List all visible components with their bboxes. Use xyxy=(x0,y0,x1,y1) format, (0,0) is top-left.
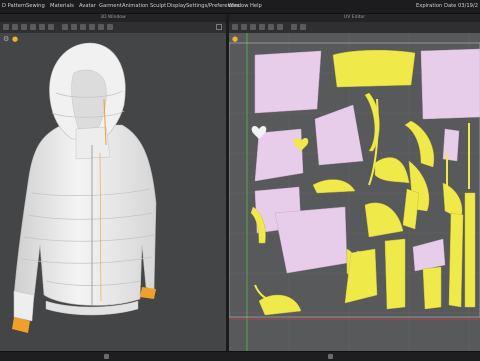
uv-rotate-icon[interactable] xyxy=(259,24,265,30)
uv-piece-yellow-5 xyxy=(312,179,356,194)
menu-item-animation[interactable]: Animation xyxy=(122,2,148,10)
uv-editor-viewport[interactable]: ● xyxy=(229,33,480,351)
fold-tool-icon[interactable] xyxy=(21,24,27,30)
brush-tool-icon[interactable] xyxy=(89,24,95,30)
menu-item-display[interactable]: Display xyxy=(167,2,186,10)
pin-tool-icon[interactable] xyxy=(30,24,36,30)
uv-piece-yellow-13 xyxy=(422,266,442,310)
uv-piece-pink-9 xyxy=(442,128,460,162)
simulate-tool-icon[interactable] xyxy=(62,24,68,30)
uv-layout xyxy=(229,33,480,351)
uv-piece-pink-4 xyxy=(314,104,364,166)
layer-icon[interactable] xyxy=(104,354,109,359)
uv-unfold-icon[interactable] xyxy=(291,24,297,30)
window-title-bar-3d: 3D Window xyxy=(0,14,226,22)
uv-pack-icon[interactable] xyxy=(300,24,306,30)
uv-piece-yellow-15 xyxy=(464,192,476,308)
uv-piece-pink-7 xyxy=(412,238,446,272)
menu-item-sewing[interactable]: Sewing xyxy=(26,2,45,10)
uv-pin-icon[interactable] xyxy=(250,24,256,30)
texture-tool-icon[interactable] xyxy=(107,24,113,30)
uv-piece-pink-2 xyxy=(420,48,480,120)
uv-piece-pink-6 xyxy=(274,206,348,274)
uv-scale-icon[interactable] xyxy=(268,24,274,30)
menu-item-garment[interactable]: Garment xyxy=(99,2,122,10)
uv-piece-yellow-3 xyxy=(374,157,410,184)
menu-item-avatar[interactable]: Avatar xyxy=(79,2,96,10)
3d-viewport[interactable]: ⚙ ● xyxy=(0,33,226,351)
expiration-date: Expiration Date 03/19/2 xyxy=(415,3,478,9)
trim-tool-icon[interactable] xyxy=(98,24,104,30)
menu-item-window[interactable]: Window xyxy=(228,2,248,10)
right-cuff xyxy=(140,287,156,299)
uv-piece-yellow-1 xyxy=(332,49,416,88)
uv-piece-yellow-11 xyxy=(384,238,406,310)
avatar-tool-icon[interactable] xyxy=(71,24,77,30)
move-tool-icon[interactable] xyxy=(12,24,18,30)
uv-select-icon[interactable] xyxy=(232,24,238,30)
menu-item-materials[interactable]: Materials xyxy=(50,2,74,10)
menu-bar: D Pattern Sewing Materials Avatar Garmen… xyxy=(0,0,480,14)
menu-item-help[interactable]: Help xyxy=(250,2,262,10)
layer-icon[interactable] xyxy=(328,354,333,359)
collar xyxy=(75,126,111,160)
tack-tool-icon[interactable] xyxy=(39,24,45,30)
uv-piece-pink-3 xyxy=(254,128,304,182)
uv-piece-yellow-9 xyxy=(402,188,420,230)
menu-item-sculpt[interactable]: Sculpt xyxy=(150,2,166,10)
window-title-bar-2d: UV Editor xyxy=(229,14,480,22)
window-title-3d: 3D Window xyxy=(100,15,126,20)
maximize-icon[interactable] xyxy=(216,24,222,30)
window-title-2d: UV Editor xyxy=(343,15,366,20)
select-tool-icon[interactable] xyxy=(3,24,9,30)
uv-transform-icon[interactable] xyxy=(241,24,247,30)
uv-piece-yellow-7 xyxy=(364,202,404,238)
garment-3d-model xyxy=(12,42,157,333)
uv-piece-pink-1 xyxy=(254,50,322,114)
left-sleeve-end xyxy=(13,290,35,322)
measure-tool-icon[interactable] xyxy=(48,24,54,30)
uv-piece-yellow-4 xyxy=(404,120,435,168)
uv-piece-yellow-14 xyxy=(448,212,464,308)
uv-grid-icon[interactable] xyxy=(277,24,283,30)
menu-item-pattern[interactable]: D Pattern xyxy=(2,2,26,10)
arrange-tool-icon[interactable] xyxy=(80,24,86,30)
